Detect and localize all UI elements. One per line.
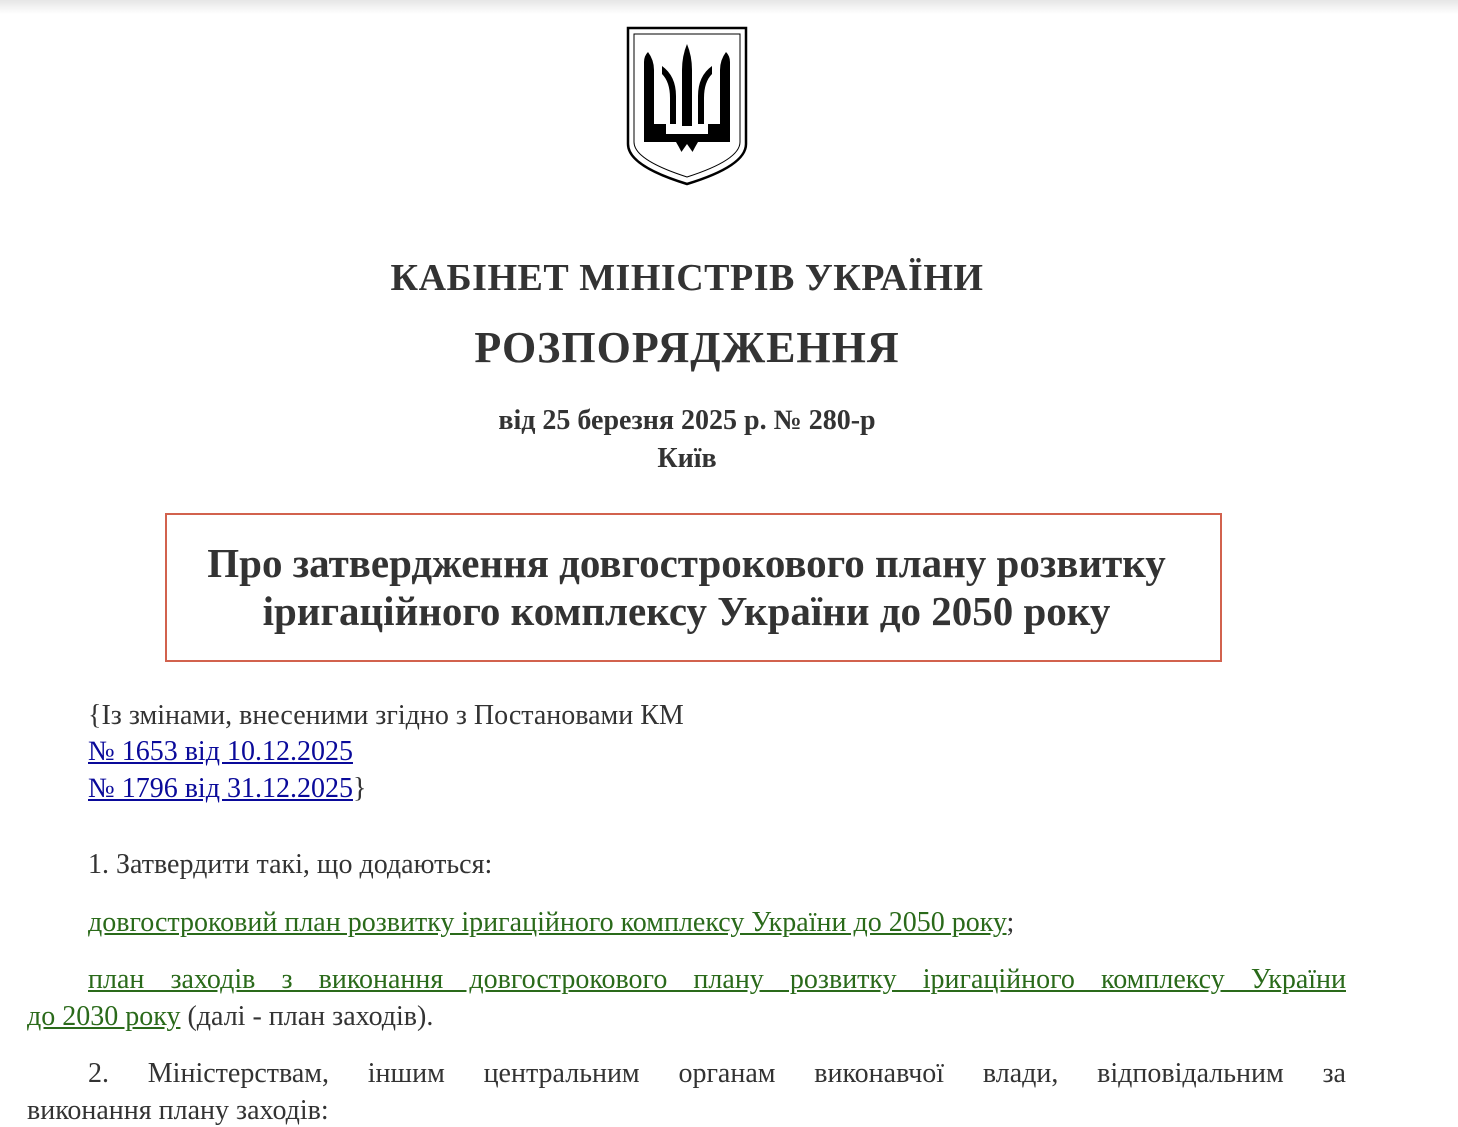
action-plan-link-line-2[interactable]: до 2030 року: [27, 1001, 180, 1032]
action-plan-tail: (далі - план заходів).: [180, 1001, 434, 1032]
action-plan-link-line-1[interactable]: план заходів з виконання довгострокового…: [88, 964, 1346, 995]
city: Київ: [657, 443, 717, 474]
date-number: від 25 березня 2025 р. № 280-р: [498, 405, 876, 436]
top-shadow: [0, 0, 1458, 14]
title-line-1: Про затвердження довгострокового плану р…: [207, 540, 1166, 586]
plan-link-tail: ;: [1006, 907, 1015, 938]
cabinet-heading: КАБІНЕТ МІНІСТРІВ УКРАЇНИ: [390, 257, 984, 299]
paragraph-2-line-2: виконання плану заходів:: [27, 1095, 329, 1126]
long-term-plan-link[interactable]: довгостроковий план розвитку іригаційног…: [88, 907, 1007, 938]
trident-coat-of-arms-icon: [626, 26, 748, 186]
paragraph-2-line-1: 2. Міністерствам, іншим центральним орга…: [88, 1058, 1346, 1089]
document-type-heading: РОЗПОРЯДЖЕННЯ: [474, 323, 900, 372]
amendments-intro: {Із змінами, внесеними згідно з Постанов…: [88, 700, 684, 731]
amendments-close: }: [352, 773, 367, 804]
amendment-link-1796[interactable]: № 1796 від 31.12.2025: [88, 773, 353, 804]
amendment-link-1653[interactable]: № 1653 від 10.12.2025: [88, 736, 353, 767]
document-title: Про затвердження довгострокового плану р…: [165, 539, 1208, 635]
title-line-2: іригаційного комплексу України до 2050 р…: [262, 588, 1111, 634]
paragraph-1: 1. Затвердити такі, що додаються:: [88, 849, 493, 880]
